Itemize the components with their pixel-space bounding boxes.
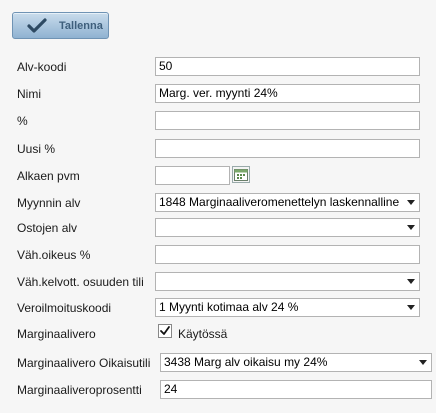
row-ostojen-alv: Ostojen alv xyxy=(0,218,436,238)
myynnin-alv-select[interactable]: 1848 Marginaaliveromenettelyn laskennall… xyxy=(155,193,420,212)
prosentti-input[interactable] xyxy=(155,111,420,130)
myynnin-alv-label: Myynnin alv xyxy=(17,196,81,210)
row-nimi: Nimi Marg. ver. myynti 24% xyxy=(0,84,436,104)
ostojen-alv-select[interactable] xyxy=(155,218,420,237)
alv-koodi-input[interactable]: 50 xyxy=(155,57,420,76)
marginaalivero-label: Marginaalivero xyxy=(17,327,96,341)
veroilmoituskoodi-value: 1 Myynti kotimaa alv 24 % xyxy=(159,300,299,314)
row-alv-koodi: Alv-koodi 50 xyxy=(0,57,436,77)
row-marginaaliveroprosentti: Marginaaliveroprosentti 24 xyxy=(0,380,436,400)
chevron-down-icon[interactable] xyxy=(402,194,419,211)
vah-oikeus-input[interactable] xyxy=(155,245,420,264)
prosentti-label: % xyxy=(17,114,28,128)
marginaalivero-oikaisutili-select[interactable]: 3438 Marg alv oikaisu my 24% xyxy=(160,353,432,372)
vah-oikeus-label: Väh.oikeus % xyxy=(17,248,91,262)
alkaen-pvm-label: Alkaen pvm xyxy=(17,169,80,183)
row-vah-kelvott: Väh.kelvott. osuuden tili xyxy=(0,272,436,292)
marginaalivero-checkbox-label: Käytössä xyxy=(178,327,228,341)
marginaaliveroprosentti-input[interactable]: 24 xyxy=(160,380,432,399)
row-marginaalivero-oikaisutili: Marginaalivero Oikaisutili 3438 Marg alv… xyxy=(0,353,436,373)
myynnin-alv-value: 1848 Marginaaliveromenettelyn laskennall… xyxy=(159,195,399,209)
row-veroilmoituskoodi: Veroilmoituskoodi 1 Myynti kotimaa alv 2… xyxy=(0,298,436,318)
marginaalivero-oikaisutili-label: Marginaalivero Oikaisutili xyxy=(17,356,151,370)
alkaen-pvm-input[interactable] xyxy=(155,166,230,185)
checkmark-icon xyxy=(27,18,47,33)
nimi-label: Nimi xyxy=(17,87,41,101)
save-button[interactable]: Tallenna xyxy=(12,12,109,39)
calendar-icon[interactable] xyxy=(232,166,250,183)
marginaalivero-checkbox[interactable] xyxy=(158,324,172,338)
row-myynnin-alv: Myynnin alv 1848 Marginaaliveromenettely… xyxy=(0,193,436,213)
row-prosentti: % xyxy=(0,111,436,131)
row-vah-oikeus: Väh.oikeus % xyxy=(0,245,436,265)
ostojen-alv-label: Ostojen alv xyxy=(17,221,78,235)
chevron-down-icon[interactable] xyxy=(402,299,419,316)
chevron-down-icon[interactable] xyxy=(402,273,419,290)
alv-koodi-label: Alv-koodi xyxy=(17,60,67,74)
row-alkaen-pvm: Alkaen pvm xyxy=(0,166,436,186)
nimi-input[interactable]: Marg. ver. myynti 24% xyxy=(155,84,420,103)
row-uusi-prosentti: Uusi % xyxy=(0,139,436,159)
save-button-label: Tallenna xyxy=(59,20,103,32)
chevron-down-icon[interactable] xyxy=(402,219,419,236)
row-marginaalivero: Marginaalivero Käytössä xyxy=(0,324,436,344)
vah-kelvott-select[interactable] xyxy=(155,272,420,291)
marginaalivero-oikaisutili-value: 3438 Marg alv oikaisu my 24% xyxy=(164,355,328,369)
uusi-prosentti-label: Uusi % xyxy=(17,142,56,156)
veroilmoituskoodi-label: Veroilmoituskoodi xyxy=(17,301,112,315)
marginaaliveroprosentti-label: Marginaaliveroprosentti xyxy=(17,383,142,397)
uusi-prosentti-input[interactable] xyxy=(155,139,420,158)
vah-kelvott-label: Väh.kelvott. osuuden tili xyxy=(17,275,144,289)
veroilmoituskoodi-select[interactable]: 1 Myynti kotimaa alv 24 % xyxy=(155,298,420,317)
chevron-down-icon[interactable] xyxy=(414,354,431,371)
